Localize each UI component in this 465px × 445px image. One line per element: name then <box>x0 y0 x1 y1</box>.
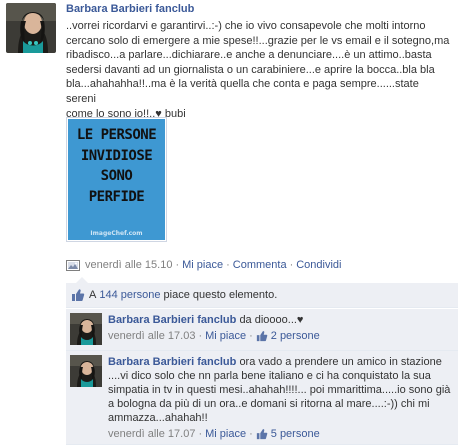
photo-text-line: SONO <box>100 168 133 184</box>
post-meta: venerdì alle 15.10 · Mi piace · Commenta… <box>66 258 341 272</box>
likes-summary: A 144 persone piace questo elemento. <box>66 283 458 308</box>
comment-text: da dioooo...♥ <box>239 314 304 326</box>
thumbs-up-icon <box>71 288 85 302</box>
photo-image: LE PERSONE INVIDIOSE SONO PERFIDE ImageC… <box>68 119 165 240</box>
comment: Barbara Barbieri fanclub da dioooo...♥ v… <box>66 309 458 351</box>
post-text: ..vorrei ricordarvi e garantirvi..:-) ch… <box>66 20 450 120</box>
comment-body: Barbara Barbieri fanclub ora vado a pren… <box>108 355 453 441</box>
comment-meta: venerdì alle 17.07 · Mi piace · 5 person… <box>108 427 320 441</box>
post-author[interactable]: Barbara Barbieri fanclub <box>66 3 194 15</box>
photo-icon <box>66 259 80 272</box>
likes-prefix: A <box>89 289 97 301</box>
photo-text-line: LE PERSONE <box>76 127 157 143</box>
post-photo[interactable]: LE PERSONE INVIDIOSE SONO PERFIDE ImageC… <box>66 117 167 242</box>
comment-meta: venerdì alle 17.03 · Mi piace · 2 person… <box>108 329 320 343</box>
photo-text-line: PERFIDE <box>88 188 145 205</box>
comment: Barbara Barbieri fanclub ora vado a pren… <box>66 351 458 445</box>
like-link[interactable]: Mi piace <box>182 259 223 271</box>
photo-text-line: INVIDIOSE <box>80 147 153 164</box>
share-link[interactable]: Condividi <box>296 259 341 271</box>
comment-timestamp[interactable]: venerdì alle 17.03 <box>108 329 195 343</box>
thumbs-up-icon <box>256 330 268 342</box>
comment-like-link[interactable]: Mi piace <box>205 427 246 441</box>
comment-likes-count[interactable]: 2 persone <box>271 329 320 343</box>
comment-author[interactable]: Barbara Barbieri fanclub <box>108 356 236 368</box>
commenter-avatar[interactable] <box>70 313 102 345</box>
comment-body: Barbara Barbieri fanclub da dioooo...♥ v… <box>108 313 453 343</box>
comment-author[interactable]: Barbara Barbieri fanclub <box>108 314 236 326</box>
likes-count-link[interactable]: 144 persone <box>99 289 160 301</box>
comment-likes-count[interactable]: 5 persone <box>271 427 320 441</box>
comment-timestamp[interactable]: venerdì alle 17.07 <box>108 427 195 441</box>
comment-link[interactable]: Commenta <box>233 259 287 271</box>
comment-like-link[interactable]: Mi piace <box>205 329 246 343</box>
author-avatar[interactable] <box>6 3 56 53</box>
post-timestamp[interactable]: venerdì alle 15.10 <box>85 259 172 271</box>
thumbs-up-icon <box>256 428 268 440</box>
photo-watermark: ImageChef.com <box>90 230 143 237</box>
likes-suffix: piace questo elemento. <box>163 289 278 301</box>
commenter-avatar[interactable] <box>70 355 102 387</box>
